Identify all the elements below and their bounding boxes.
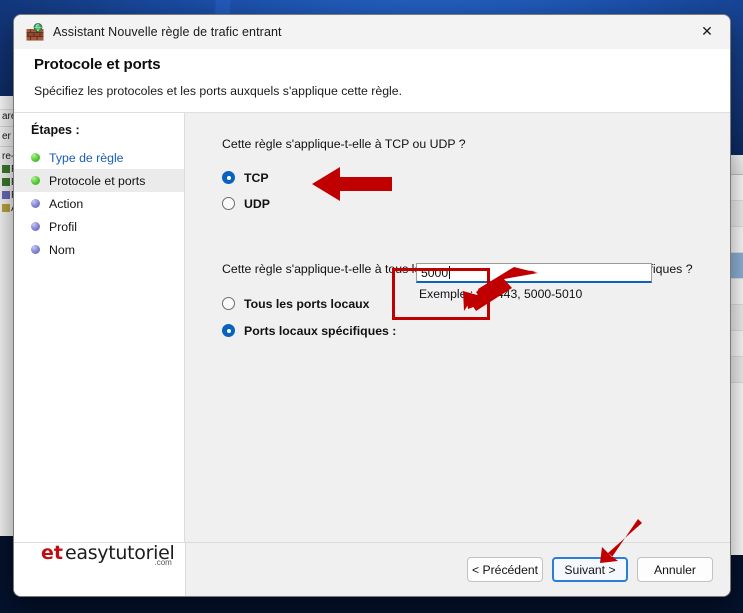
next-button[interactable]: Suivant >: [552, 557, 628, 582]
firewall-icon: [26, 23, 44, 41]
dialog-footer: < Précédent Suivant > Annuler: [14, 542, 730, 596]
rule-icon: [2, 178, 10, 186]
close-icon[interactable]: ✕: [684, 15, 730, 48]
dialog-content: Cette règle s'applique-t-elle à TCP ou U…: [185, 113, 730, 542]
step-bullet-icon: [31, 199, 40, 208]
dialog-titlebar: Assistant Nouvelle règle de trafic entra…: [14, 15, 730, 49]
sidebar-item-label: Type de règle: [49, 150, 124, 165]
sidebar-item-profil[interactable]: Profil: [14, 215, 184, 238]
step-bullet-icon: [31, 176, 40, 185]
port-input-value: 5000: [421, 266, 449, 280]
step-bullet-icon: [31, 222, 40, 231]
steps-title: Étapes :: [31, 123, 80, 137]
dialog-title: Assistant Nouvelle règle de trafic entra…: [53, 25, 282, 39]
step-bullet-icon: [31, 245, 40, 254]
radio-label: Ports locaux spécifiques :: [244, 323, 397, 338]
sidebar-item-label: Nom: [49, 242, 75, 257]
sidebar-item-label: Protocole et ports: [49, 173, 146, 188]
radio-indicator: [222, 324, 235, 337]
step-bullet-icon: [31, 153, 40, 162]
radio-label: TCP: [244, 170, 269, 185]
dialog-body: Étapes : Type de règle Protocole et port…: [14, 113, 730, 542]
radio-label: UDP: [244, 196, 270, 211]
rule-icon: [2, 204, 10, 212]
rule-icon: [2, 191, 10, 199]
steps-sidebar: Étapes : Type de règle Protocole et port…: [14, 113, 185, 542]
page-title: Protocole et ports: [34, 56, 161, 73]
sidebar-item-protocole-et-ports[interactable]: Protocole et ports: [14, 169, 184, 192]
radio-indicator: [222, 297, 235, 310]
sidebar-item-action[interactable]: Action: [14, 192, 184, 215]
radio-tcp[interactable]: TCP: [222, 167, 730, 188]
radio-udp[interactable]: UDP: [222, 193, 730, 214]
cancel-button[interactable]: Annuler: [637, 557, 713, 582]
port-example-hint: Exemple : 80, 443, 5000-5010: [419, 287, 583, 301]
sidebar-item-nom[interactable]: Nom: [14, 238, 184, 261]
radio-indicator: [222, 197, 235, 210]
sidebar-item-label: Action: [49, 196, 84, 211]
protocol-question: Cette règle s'applique-t-elle à TCP ou U…: [222, 137, 466, 151]
previous-button[interactable]: < Précédent: [467, 557, 543, 582]
rule-icon: [2, 165, 10, 173]
sidebar-item-label: Profil: [49, 219, 78, 234]
radio-label: Tous les ports locaux: [244, 296, 370, 311]
port-input[interactable]: 5000: [416, 263, 652, 283]
radio-indicator: [222, 171, 235, 184]
sidebar-item-type-de-regle[interactable]: Type de règle: [14, 146, 184, 169]
page-header: Protocole et ports Spécifiez les protoco…: [14, 49, 730, 113]
page-subtitle: Spécifiez les protocoles et les ports au…: [34, 84, 403, 98]
radio-specific-local-ports[interactable]: Ports locaux spécifiques :: [222, 320, 730, 341]
text-caret: [449, 266, 451, 279]
new-inbound-rule-wizard-dialog: Assistant Nouvelle règle de trafic entra…: [13, 14, 731, 597]
